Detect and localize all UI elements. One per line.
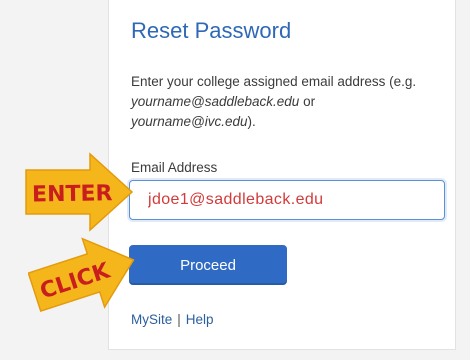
click-arrow-annotation: CLICK [28,237,135,313]
enter-arrow-annotation: ENTER [25,152,134,232]
instructions-suffix: ). [247,114,256,129]
footer-links: MySite | Help [131,312,214,327]
instructions-text: Enter your college assigned email addres… [131,72,441,132]
help-link[interactable]: Help [186,312,214,327]
example-email-ivc: yourname@ivc.edu [131,114,248,129]
instructions-prefix: Enter your college assigned email addres… [131,74,417,89]
email-input[interactable] [129,180,445,220]
email-label: Email Address [131,160,218,175]
proceed-button[interactable]: Proceed [129,245,287,285]
page-title: Reset Password [131,18,292,43]
stage: Reset Password Enter your college assign… [0,0,470,360]
enter-arrow-label: ENTER [32,181,113,207]
reset-password-panel: Reset Password Enter your college assign… [108,0,456,350]
example-email-saddleback: yourname@saddleback.edu [131,94,300,109]
link-separator: | [177,312,181,327]
instructions-or: or [299,94,316,109]
